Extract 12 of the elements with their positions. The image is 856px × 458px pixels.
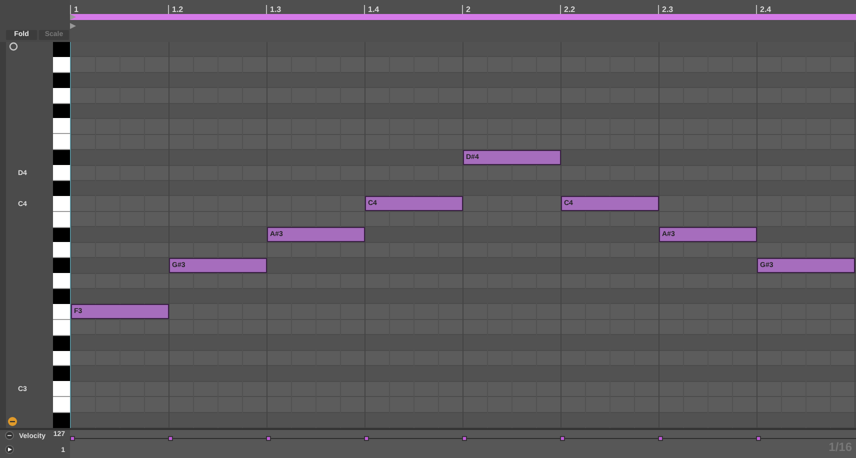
velocity-marker <box>70 436 75 441</box>
collapse-button-icon[interactable] <box>5 431 14 440</box>
velocity-marker <box>462 436 467 441</box>
velocity-marker <box>266 436 271 441</box>
velocity-marker <box>756 436 761 441</box>
minus-button-icon[interactable] <box>8 417 17 426</box>
velocity-marker <box>658 436 663 441</box>
velocity-marker <box>364 436 369 441</box>
velocity-marker <box>560 436 565 441</box>
play-button-icon[interactable] <box>5 445 14 454</box>
circle-button-icon[interactable] <box>9 42 18 51</box>
velocity-marker <box>168 436 173 441</box>
